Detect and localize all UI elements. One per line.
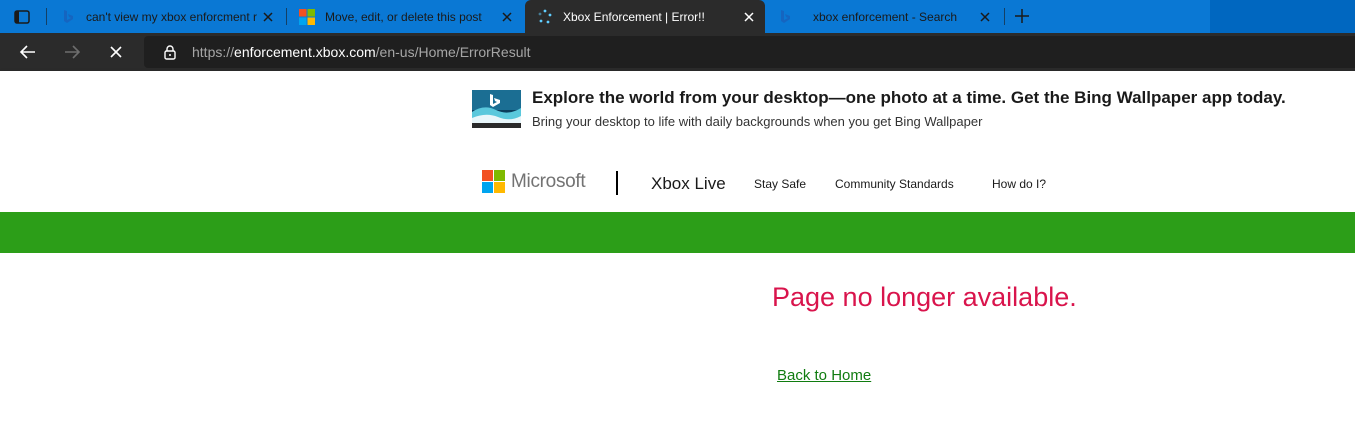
tab-2-active[interactable]: Xbox Enforcement | Error!! — [525, 0, 765, 33]
error-title: Page no longer available. — [772, 282, 1077, 312]
tab-title: xbox enforcement - Search — [813, 9, 958, 24]
microsoft-logo-icon[interactable] — [482, 170, 505, 193]
close-tab-icon[interactable] — [499, 9, 515, 25]
tab-separator — [1004, 8, 1005, 25]
green-accent-bar — [0, 212, 1355, 253]
address-bar[interactable]: https://enforcement.xbox.com/en-us/Home/… — [144, 36, 1355, 68]
nav-community-standards[interactable]: Community Standards — [835, 177, 954, 191]
microsoft-logo-icon — [299, 8, 315, 25]
tab-separator — [46, 8, 47, 25]
banner-title: Explore the world from your desktop—one … — [532, 88, 1286, 107]
tab-title: can't view my xbox enforcment r — [86, 9, 258, 24]
close-tab-icon[interactable] — [260, 9, 276, 25]
xbox-live-title[interactable]: Xbox Live — [651, 174, 726, 194]
stop-loading-icon[interactable] — [106, 42, 126, 62]
nav-how-do-i[interactable]: How do I? — [992, 177, 1046, 191]
browser-toolbar: https://enforcement.xbox.com/en-us/Home/… — [0, 33, 1355, 71]
loading-spinner-icon — [538, 9, 552, 23]
url-path: /en-us/Home/ErrorResult — [375, 44, 531, 60]
tab-0[interactable]: can't view my xbox enforcment r — [48, 0, 284, 33]
microsoft-brand-name[interactable]: Microsoft — [511, 171, 586, 193]
tab-1[interactable]: Move, edit, or delete this post — [287, 0, 523, 33]
bing-wallpaper-app-icon — [472, 90, 521, 128]
bing-wallpaper-banner[interactable]: Explore the world from your desktop—one … — [0, 71, 1355, 147]
forward-arrow-icon[interactable] — [62, 42, 82, 62]
url-protocol: https:// — [192, 44, 235, 60]
url-domain: enforcement.xbox.com — [234, 44, 376, 60]
lock-icon[interactable] — [162, 44, 178, 60]
close-tab-icon[interactable] — [741, 9, 757, 25]
back-arrow-icon[interactable] — [18, 42, 38, 62]
nav-stay-safe[interactable]: Stay Safe — [754, 177, 806, 191]
tab-title: Xbox Enforcement | Error!! — [563, 9, 705, 24]
site-header: Microsoft Xbox Live Stay Safe Community … — [0, 147, 1355, 212]
new-tab-icon[interactable] — [1012, 6, 1032, 26]
back-to-home-link[interactable]: Back to Home — [777, 367, 871, 384]
banner-subtitle: Bring your desktop to life with daily ba… — [532, 114, 983, 129]
tab-actions-icon[interactable] — [12, 7, 32, 27]
tab-title: Move, edit, or delete this post — [325, 9, 482, 24]
bing-icon — [781, 9, 790, 23]
bing-icon — [64, 9, 73, 23]
tab-3[interactable]: xbox enforcement - Search — [765, 0, 1001, 33]
tab-strip-empty-area — [1210, 0, 1355, 33]
url-text: https://enforcement.xbox.com/en-us/Home/… — [192, 44, 530, 60]
header-divider — [616, 171, 618, 195]
close-tab-icon[interactable] — [977, 9, 993, 25]
